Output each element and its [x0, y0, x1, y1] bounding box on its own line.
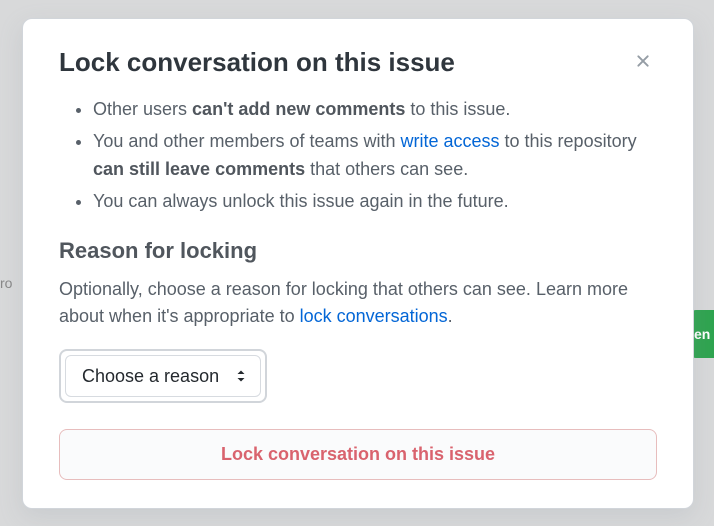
dialog-header: Lock conversation on this issue — [59, 47, 657, 78]
text: to this repository — [500, 131, 637, 151]
close-icon — [633, 51, 653, 74]
text: Other users — [93, 99, 192, 119]
text-strong: can still leave comments — [93, 159, 305, 179]
background-text-left: ro — [0, 275, 12, 291]
text: . — [448, 306, 453, 326]
reason-heading: Reason for locking — [59, 238, 657, 264]
info-bullet-list: Other users can't add new comments to th… — [59, 96, 657, 216]
text: that others can see. — [305, 159, 468, 179]
dialog-title: Lock conversation on this issue — [59, 47, 455, 78]
reason-help-text: Optionally, choose a reason for locking … — [59, 276, 657, 332]
list-item: You and other members of teams with writ… — [93, 128, 657, 184]
text: to this issue. — [405, 99, 510, 119]
write-access-link[interactable]: write access — [401, 131, 500, 151]
list-item: You can always unlock this issue again i… — [93, 188, 657, 216]
list-item: Other users can't add new comments to th… — [93, 96, 657, 124]
text-strong: can't add new comments — [192, 99, 405, 119]
text: You and other members of teams with — [93, 131, 401, 151]
lock-conversation-button[interactable]: Lock conversation on this issue — [59, 429, 657, 480]
lock-conversation-dialog: Lock conversation on this issue Other us… — [22, 18, 694, 509]
reason-select-wrapper: Choose a reason — [59, 349, 267, 403]
lock-conversations-link[interactable]: lock conversations — [300, 306, 448, 326]
reason-select[interactable]: Choose a reason — [65, 355, 261, 397]
close-button[interactable] — [629, 47, 657, 78]
